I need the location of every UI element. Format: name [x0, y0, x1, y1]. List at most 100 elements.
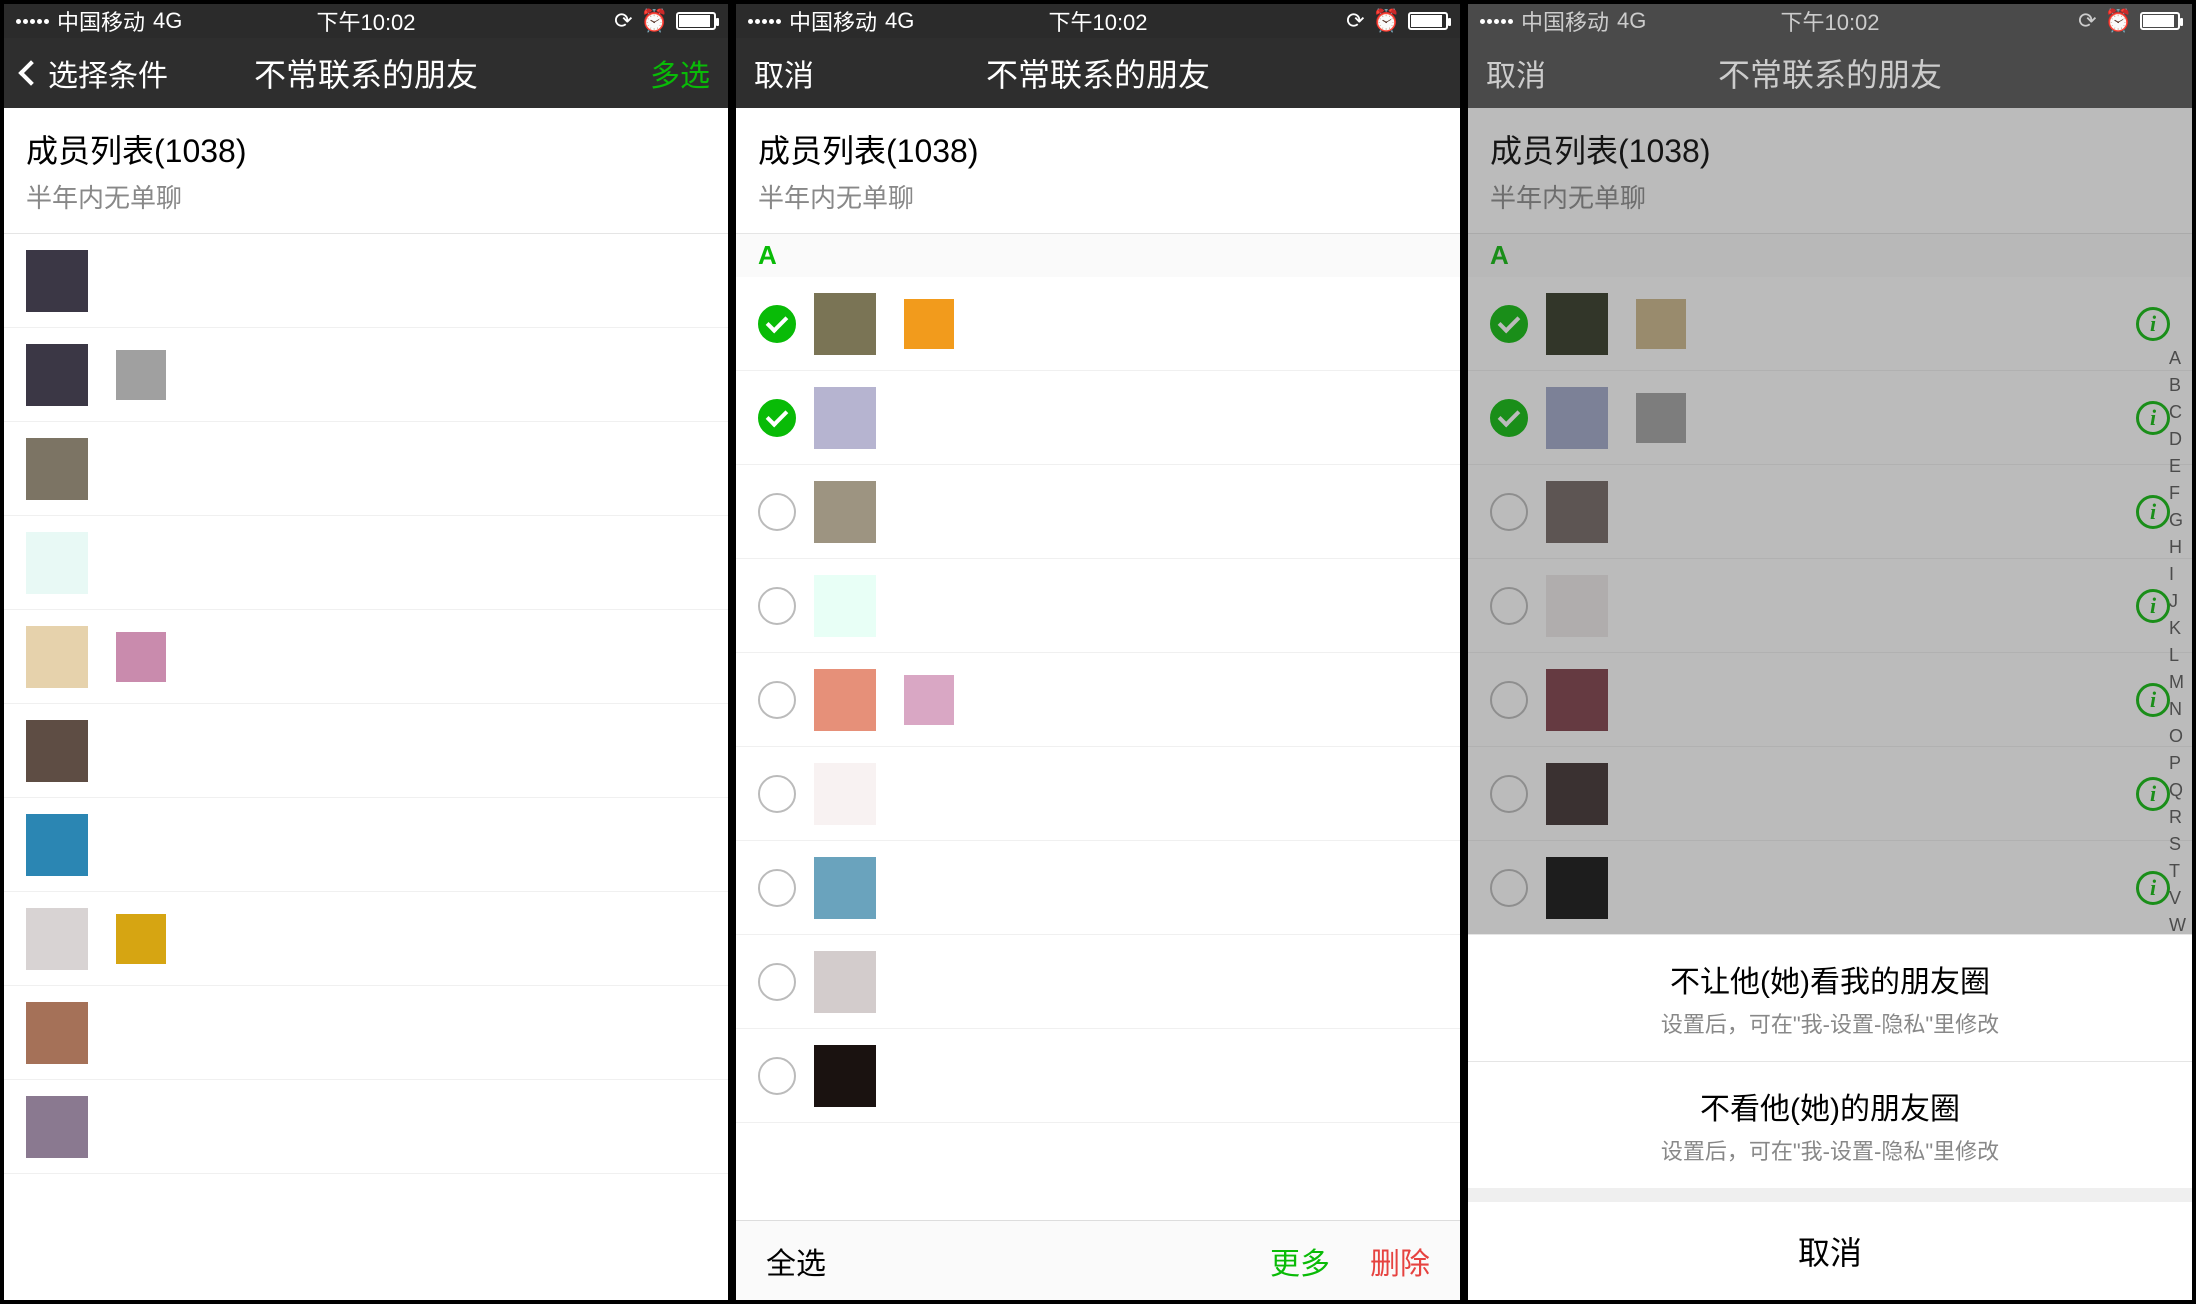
avatar-extra — [116, 914, 166, 964]
avatar — [814, 293, 876, 355]
contact-name — [184, 355, 706, 395]
battery-icon — [2140, 12, 2180, 30]
bottom-toolbar: 全选 更多 删除 — [736, 1220, 1460, 1300]
lock-icon: ⟳ — [1346, 8, 1364, 34]
contact-row[interactable] — [736, 371, 1460, 465]
select-checkbox[interactable] — [758, 493, 796, 531]
avatar-extra — [904, 675, 954, 725]
screen-2-select: 中国移动 4G 下午10:02 ⟳ ⏰ 取消 不常联系的朋友 成员列表(1038… — [732, 0, 1464, 1304]
contact-name — [106, 731, 706, 771]
clock-label: 下午10:02 — [316, 5, 415, 37]
contact-name — [184, 637, 706, 677]
content-area: 成员列表(1038) 半年内无单聊 A iiiiiii ABCDEFGHIJKL… — [1468, 108, 2192, 1300]
action-separator — [1468, 1188, 2192, 1202]
select-checkbox[interactable] — [758, 305, 796, 343]
page-title: 不常联系的朋友 — [986, 50, 1210, 96]
alarm-icon: ⏰ — [1373, 8, 1400, 34]
contact-row[interactable] — [4, 1080, 728, 1174]
contact-row[interactable] — [736, 653, 1460, 747]
avatar — [26, 344, 88, 406]
action-hide-my-moments[interactable]: 不让他(她)看我的朋友圈 设置后，可在"我-设置-隐私"里修改 — [1468, 934, 2192, 1061]
content-area: 成员列表(1038) 半年内无单聊 — [4, 108, 728, 1300]
avatar — [814, 951, 876, 1013]
contact-row[interactable] — [736, 277, 1460, 371]
back-button[interactable]: 选择条件 — [22, 51, 168, 95]
action-subtitle: 设置后，可在"我-设置-隐私"里修改 — [1478, 1007, 2182, 1039]
contact-name — [894, 398, 1438, 438]
contact-row[interactable] — [736, 465, 1460, 559]
action-title: 不看他(她)的朋友圈 — [1478, 1084, 2182, 1128]
network-label: 4G — [885, 8, 914, 34]
screen-3-actionsheet: 中国移动 4G 下午10:02 ⟳ ⏰ 取消 不常联系的朋友 成员列表(1038… — [1464, 0, 2196, 1304]
multi-select-button[interactable]: 多选 — [650, 51, 710, 95]
contact-name — [894, 586, 1438, 626]
avatar — [26, 532, 88, 594]
select-checkbox[interactable] — [758, 775, 796, 813]
action-hide-their-moments[interactable]: 不看他(她)的朋友圈 设置后，可在"我-设置-隐私"里修改 — [1468, 1061, 2192, 1188]
list-subheader: 半年内无单聊 — [736, 178, 1460, 234]
contact-row[interactable] — [4, 516, 728, 610]
contact-row[interactable] — [4, 986, 728, 1080]
page-title: 不常联系的朋友 — [1718, 50, 1942, 96]
contact-row[interactable] — [4, 234, 728, 328]
cancel-button[interactable]: 取消 — [754, 51, 814, 95]
avatar — [26, 1096, 88, 1158]
back-label: 选择条件 — [48, 51, 168, 95]
select-checkbox[interactable] — [758, 587, 796, 625]
contact-name — [894, 492, 1438, 532]
contact-name — [972, 304, 1438, 344]
page-title: 不常联系的朋友 — [254, 50, 478, 96]
avatar — [26, 720, 88, 782]
network-label: 4G — [153, 8, 182, 34]
alarm-icon: ⏰ — [641, 8, 668, 34]
select-checkbox[interactable] — [758, 681, 796, 719]
list-header: 成员列表(1038) — [736, 108, 1460, 178]
contact-row[interactable] — [4, 892, 728, 986]
avatar — [26, 438, 88, 500]
contact-row[interactable] — [736, 1029, 1460, 1123]
status-bar: 中国移动 4G 下午10:02 ⟳ ⏰ — [736, 4, 1460, 38]
select-checkbox[interactable] — [758, 399, 796, 437]
delete-button[interactable]: 删除 — [1370, 1239, 1430, 1283]
check-icon — [766, 404, 789, 427]
select-checkbox[interactable] — [758, 963, 796, 1001]
cancel-label: 取消 — [754, 51, 814, 95]
select-checkbox[interactable] — [758, 1057, 796, 1095]
action-cancel-button[interactable]: 取消 — [1468, 1202, 2192, 1300]
action-title: 不让他(她)看我的朋友圈 — [1478, 957, 2182, 1001]
lock-icon: ⟳ — [614, 8, 632, 34]
avatar — [26, 908, 88, 970]
cancel-button[interactable]: 取消 — [1486, 51, 1546, 95]
avatar — [814, 669, 876, 731]
action-sheet: 不让他(她)看我的朋友圈 设置后，可在"我-设置-隐私"里修改 不看他(她)的朋… — [1468, 934, 2192, 1300]
contact-name — [106, 449, 706, 489]
contact-row[interactable] — [4, 704, 728, 798]
avatar — [26, 250, 88, 312]
contact-name — [106, 1107, 706, 1147]
contact-row[interactable] — [736, 841, 1460, 935]
signal-icon — [16, 19, 49, 24]
status-bar: 中国移动 4G 下午10:02 ⟳ ⏰ — [1468, 4, 2192, 38]
contact-row[interactable] — [4, 422, 728, 516]
contact-row[interactable] — [736, 559, 1460, 653]
contact-row[interactable] — [4, 610, 728, 704]
nav-bar: 取消 不常联系的朋友 — [736, 38, 1460, 108]
select-checkbox[interactable] — [758, 869, 796, 907]
avatar-extra — [116, 350, 166, 400]
more-button[interactable]: 更多 — [1270, 1239, 1330, 1283]
contact-row[interactable] — [4, 798, 728, 892]
signal-icon — [748, 19, 781, 24]
action-subtitle: 设置后，可在"我-设置-隐私"里修改 — [1478, 1134, 2182, 1166]
avatar-extra — [904, 299, 954, 349]
contact-row[interactable] — [736, 935, 1460, 1029]
avatar — [26, 626, 88, 688]
avatar — [814, 857, 876, 919]
contact-row[interactable] — [4, 328, 728, 422]
avatar — [26, 1002, 88, 1064]
contact-row[interactable] — [736, 747, 1460, 841]
contact-name — [106, 261, 706, 301]
chevron-left-icon — [18, 60, 43, 85]
select-all-button[interactable]: 全选 — [766, 1239, 826, 1283]
avatar-extra — [116, 632, 166, 682]
contact-name — [106, 825, 706, 865]
